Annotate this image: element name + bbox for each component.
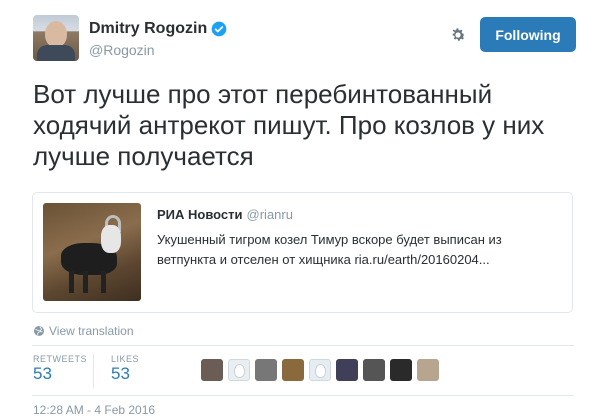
tweet-timestamp[interactable]: 12:28 AM - 4 Feb 2016 [33,403,155,417]
quoted-tweet-card[interactable]: РИА Новости @rianru Укушенный тигром козе… [32,192,573,313]
gear-icon[interactable] [449,26,467,44]
favoriter-avatar[interactable] [390,359,412,381]
author-name[interactable]: Dmitry Rogozin [89,20,207,38]
favoriter-avatar[interactable] [201,359,223,381]
favoriter-avatar[interactable] [282,359,304,381]
egg-icon [233,364,245,378]
divider [32,345,574,346]
divider [32,395,574,396]
favoriter-avatar[interactable] [336,359,358,381]
verified-badge-icon [211,21,227,37]
author-handle[interactable]: @Rogozin [89,42,155,58]
goat-leg-shape [83,271,88,293]
goat-leg-shape [101,271,106,293]
retweets-label: RETWEETS [33,354,88,364]
quoted-tweet-text: Укушенный тигром козел Тимур вскоре буде… [157,232,502,267]
favoriter-avatar[interactable] [363,359,385,381]
quoted-author[interactable]: РИА Новости @rianru [157,207,293,222]
goat-head-shape [101,225,121,253]
likes-count: 53 [111,364,130,383]
globe-icon [34,326,44,336]
quoted-author-handle: @rianru [246,207,293,222]
author-name-row[interactable]: Dmitry Rogozin [89,20,227,38]
egg-icon [314,364,326,378]
stat-divider [93,354,94,388]
favoriter-avatar[interactable] [417,359,439,381]
quoted-author-name: РИА Новости [157,207,243,222]
goat-leg-shape [69,271,74,293]
goat-photo[interactable] [43,203,141,301]
view-translation-label: View translation [49,324,134,338]
favoriter-avatar[interactable] [309,359,331,381]
view-translation-link[interactable]: View translation [33,324,134,338]
likes-stat[interactable]: LIKES 53 [111,354,139,384]
avatar-face [45,21,67,47]
favoriter-avatar[interactable] [228,359,250,381]
tweet-text: Вот лучше про этот перебинтованный ходяч… [33,79,545,171]
retweets-count: 53 [33,364,52,383]
favoriter-avatar[interactable] [255,359,277,381]
avatar-body [37,45,75,61]
favoriters-list [201,359,439,381]
retweets-stat[interactable]: RETWEETS 53 [33,354,87,384]
author-avatar[interactable] [33,15,79,61]
likes-label: LIKES [111,354,140,364]
following-button[interactable]: Following [480,17,576,52]
